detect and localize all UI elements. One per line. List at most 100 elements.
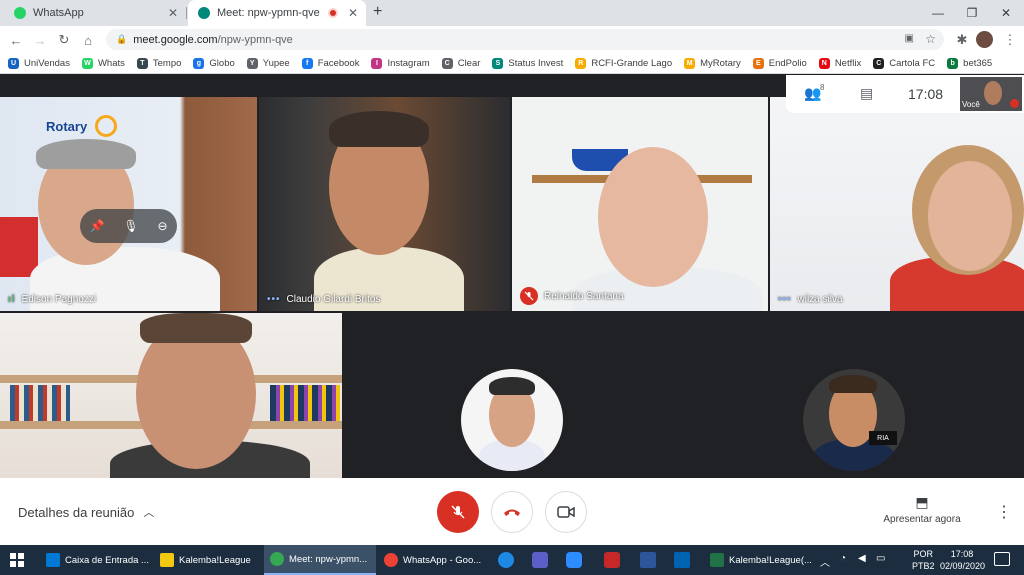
taskbar-item-chrome-meet[interactable]: Meet: npw-ypmn... [264,545,376,575]
tab-label: Meet: npw-ypmn-qve [217,7,320,19]
more-options-icon[interactable]: ••• [267,294,281,305]
participant-name: Reinaldo Santana [544,290,624,302]
reload-icon[interactable]: ↻ [54,30,74,50]
clock-date: 02/09/2020 [940,561,986,571]
camera-toggle-button[interactable] [545,491,587,533]
app-window-icon[interactable] [674,552,690,568]
meeting-details-button[interactable]: Detalhes da reunião ︿ [18,504,154,520]
bookmark-favicon-icon: T [136,57,148,69]
participant-avatar[interactable]: RIA [803,369,905,471]
close-tab-icon[interactable]: ✕ [168,6,178,20]
chrome-icon [384,553,398,567]
app-shield-icon[interactable] [604,552,620,568]
taskbar-item-chrome-whatsapp[interactable]: WhatsApp - Goo... [378,545,490,575]
volume-icon[interactable]: ◀ [858,553,866,564]
mic-icon[interactable]: 🎙 [123,219,138,233]
home-icon[interactable]: ⌂ [78,30,98,50]
mic-toggle-button[interactable] [437,491,479,533]
bookmark-rcfi-grande-lago[interactable]: R RCFI-Grande Lago [575,57,672,69]
new-tab-button[interactable]: + [373,3,382,21]
word-icon[interactable] [640,552,656,568]
bookmark-myrotary[interactable]: M MyRotary [684,57,741,69]
participant-hair [140,313,252,343]
url-path: /npw-ypmn-qve [217,33,293,46]
lock-icon: 🔒 [116,34,128,44]
camera-in-use-icon[interactable]: ▣ [905,33,914,44]
participant-avatar[interactable] [461,369,563,471]
bookmark-cartola-fc[interactable]: C Cartola FC [873,57,935,69]
bookmark-label: Tempo [152,57,182,69]
zoom-icon[interactable] [566,552,582,568]
minimize-icon[interactable]: — [922,0,954,26]
meeting-clock: 17:08 [908,86,944,102]
system-clock[interactable]: 17:08 02/09/2020 [940,548,986,572]
bookmark-label: MyRotary [700,57,741,69]
bookmark-endpolio[interactable]: E EndPolio [752,57,807,69]
tab-meet[interactable]: Meet: npw-ypmn-qve ✕ [188,0,366,26]
bookmark-netflix[interactable]: N Netflix [818,57,862,69]
profile-avatar[interactable] [976,31,993,48]
bookmark-globo[interactable]: g Globo [193,57,235,69]
chat-icon[interactable]: ▤ [860,85,873,102]
participant-tile[interactable]: Reinaldo Santana [512,97,768,311]
windows-start-icon[interactable] [10,553,24,567]
participant-tile[interactable]: ••• Claudio Gilardi Britos [259,97,510,311]
meeting-info-bar: 👥 8 ▤ 17:08 Você [786,75,1024,113]
bookmark-favicon-icon: U [8,57,19,69]
star-icon[interactable]: ☆ [925,32,936,46]
taskbar-item-excel[interactable]: Kalemba!League(... [704,545,812,575]
participant-name: Claudio Gilardi Britos [286,294,381,305]
bookmark-label: EndPolio [768,57,807,69]
remove-icon[interactable]: ⊖ [157,219,167,233]
teams-icon[interactable] [532,552,548,568]
bookmark-facebook[interactable]: f Facebook [301,57,359,69]
people-icon[interactable]: 👥 [804,85,821,102]
microphone-flag: RIA [869,431,897,445]
window-close-icon[interactable]: ✕ [990,0,1022,26]
bookmark-label: Netflix [834,57,862,69]
bookmark-instagram[interactable]: I Instagram [371,57,430,69]
books [10,385,70,421]
back-icon[interactable]: ← [6,30,26,50]
bookmark-whats[interactable]: W Whats [81,57,125,69]
taskbar-item-folder[interactable]: Kalemba!League [154,545,262,575]
bookmark-label: Globo [209,57,235,69]
bookmark-univendas[interactable]: U UniVendas [8,57,70,69]
taskbar-item-label: WhatsApp - Goo... [403,554,482,566]
forward-icon[interactable]: → [30,30,50,50]
battery-icon[interactable]: ▭ [876,553,885,564]
chevron-up-icon[interactable]: ︿ [820,554,830,569]
bookmark-status-invest[interactable]: S Status Invest [492,57,563,69]
bookmark-favicon-icon: Y [246,57,258,69]
menu-icon[interactable]: ⋮ [1000,30,1020,50]
participant-tile[interactable] [0,313,342,478]
bookmark-yupee[interactable]: Y Yupee [246,57,290,69]
excel-icon [710,553,724,567]
taskbar-item-outlook[interactable]: Caixa de Entrada ... [40,545,152,575]
restore-icon[interactable]: ❐ [956,0,988,26]
participant-hair [329,111,429,147]
bookmark-bet365[interactable]: b bet365 [947,57,992,69]
network-icon[interactable]: ◔ [840,553,846,564]
present-now-button[interactable]: ⬒ Apresentar agora [862,494,982,525]
more-options-icon[interactable]: ••• [778,294,792,305]
participant-tile[interactable]: Rotary 📌 🎙 ⊖ ıl Edison Pagnozzi [0,97,257,311]
participant-tile[interactable]: ••• wilza silva [770,97,1024,311]
edge-icon[interactable] [498,552,514,568]
close-tab-icon[interactable]: ✕ [348,6,358,20]
self-view-tile[interactable]: Você [960,77,1022,111]
bookmark-clear[interactable]: C Clear [441,57,480,69]
bookmark-tempo[interactable]: T Tempo [136,57,182,69]
more-options-icon[interactable]: ⋮ [996,502,1012,522]
extensions-icon[interactable]: ✱ [952,30,972,50]
bookmark-favicon-icon: S [492,57,504,69]
leave-call-button[interactable] [491,491,533,533]
url-host: meet.google.com [133,33,218,46]
address-bar[interactable]: 🔒 meet.google.com/npw-ypmn-qve ▣ ☆ [106,29,944,50]
pin-icon[interactable]: 📌 [89,219,104,233]
language-indicator[interactable]: POR PTB2 [912,548,935,572]
tab-whatsapp[interactable]: WhatsApp ✕ [4,0,186,26]
bookmarks-bar: U UniVendas W Whats T Tempo g Globo Y Yupee f Faceb… [0,53,1024,74]
participant-hair [36,139,136,169]
notifications-icon[interactable] [994,552,1010,566]
